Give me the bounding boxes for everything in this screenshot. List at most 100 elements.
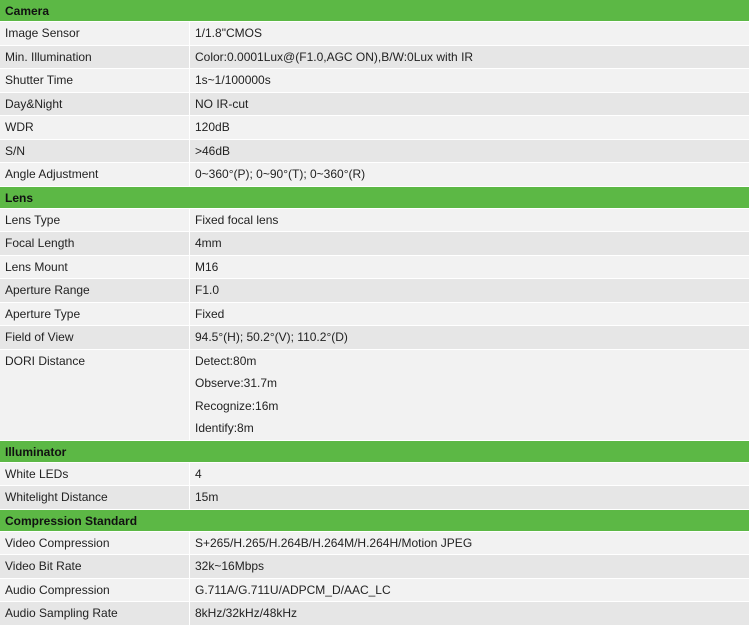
spec-label: Focal Length	[0, 232, 190, 255]
section-header: Illuminator	[0, 440, 749, 463]
spec-value-line: Recognize:16m	[195, 398, 279, 413]
spec-label: Aperture Range	[0, 279, 190, 302]
spec-value-line: G.711A/G.711U/ADPCM_D/AAC_LC	[195, 582, 391, 597]
spec-label: Aperture Type	[0, 302, 190, 325]
spec-value-line: 0~360°(P); 0~90°(T); 0~360°(R)	[195, 167, 366, 181]
spec-label-text: Audio Sampling Rate	[5, 606, 118, 620]
spec-label: Audio Sampling Rate	[0, 602, 190, 625]
spec-value-line: 120dB	[195, 120, 230, 134]
table-row: Audio Compression G.711A/G.711U/ADPCM_D/A…	[0, 578, 749, 602]
spec-value-line: 15m	[195, 490, 219, 504]
spec-label: S/N	[0, 139, 190, 162]
spec-label-text: Lens Type	[5, 212, 61, 227]
spec-value-line: 4	[195, 466, 202, 481]
table-row: Image Sensor 1/1.8"CMOS	[0, 22, 749, 46]
spec-label: Day&Night	[0, 92, 190, 115]
spec-label: Video Bit Rate	[0, 555, 190, 578]
section-header: Camera	[0, 0, 749, 22]
table-row: Focal Length 4mm	[0, 232, 749, 256]
spec-label: Field of View	[0, 326, 190, 349]
spec-value: Color:0.0001Lux@(F1.0,AGC ON),B/W:0Lux w…	[190, 46, 749, 69]
spec-label-text: S/N	[5, 143, 26, 158]
table-row: Aperture Type Fixed	[0, 302, 749, 326]
spec-table: Camera Image Sensor 1/1.8"CMOS Min. Illumin…	[0, 0, 749, 626]
spec-value: 1/1.8"CMOS	[190, 22, 749, 45]
spec-value: 8kHz/32kHz/48kHz	[190, 602, 749, 625]
spec-value: M16	[190, 256, 749, 279]
spec-value-line: 94.5°(H); 50.2°(V); 110.2°(D)	[195, 330, 348, 344]
section-header: Lens	[0, 186, 749, 209]
table-row: Whitelight Distance 15m	[0, 486, 749, 510]
spec-value-line: M16	[195, 259, 219, 274]
spec-label: DORI Distance	[0, 349, 190, 440]
spec-value-line: 8kHz/32kHz/48kHz	[195, 606, 298, 620]
table-row: Aperture Range F1.0	[0, 279, 749, 303]
table-row: Video Compression S+265/H.265/H.264B/H.26…	[0, 531, 749, 555]
spec-value-line: 4mm	[195, 236, 222, 250]
spec-label: Video Compression	[0, 531, 190, 554]
spec-label-text: Lens Mount	[5, 259, 68, 274]
spec-value: Detect:80m Observe:31.7m Recognize:16m Iden…	[190, 350, 749, 440]
spec-value-line: Observe:31.7m	[195, 376, 278, 390]
spec-label-text: DORI Distance	[5, 353, 86, 368]
table-row: Angle Adjustment 0~360°(P); 0~90°(T); 0~3…	[0, 163, 749, 187]
spec-label-text: Audio Compression	[5, 582, 110, 597]
spec-value-line: Fixed focal lens	[195, 212, 279, 227]
spec-label: Whitelight Distance	[0, 486, 190, 509]
spec-label-text: Aperture Type	[5, 306, 81, 321]
table-row: Audio Sampling Rate 8kHz/32kHz/48kHz	[0, 602, 749, 626]
spec-value-line: Detect:80m	[195, 353, 257, 368]
spec-value: 120dB	[190, 116, 749, 139]
table-row: Video Bit Rate 32k~16Mbps	[0, 555, 749, 579]
spec-label-text: Field of View	[5, 330, 74, 344]
spec-value: Fixed	[190, 303, 749, 326]
spec-label-text: Focal Length	[5, 236, 75, 250]
table-row: WDR 120dB	[0, 116, 749, 140]
spec-value-line: 32k~16Mbps	[195, 559, 265, 573]
table-row: DORI Distance Detect:80m Observe:31.7m Reco…	[0, 349, 749, 441]
spec-value: 32k~16Mbps	[190, 555, 749, 578]
spec-label-text: Aperture Range	[5, 283, 90, 297]
table-row: White LEDs 4	[0, 462, 749, 486]
spec-value: 4mm	[190, 232, 749, 255]
table-row: Lens Mount M16	[0, 255, 749, 279]
spec-value-line: 1s~1/100000s	[195, 73, 271, 87]
spec-label: Lens Type	[0, 208, 190, 231]
spec-label: White LEDs	[0, 462, 190, 485]
spec-label-text: Min. Illumination	[5, 49, 92, 64]
table-row: Day&Night NO IR-cut	[0, 92, 749, 116]
spec-label: Lens Mount	[0, 255, 190, 278]
spec-value: G.711A/G.711U/ADPCM_D/AAC_LC	[190, 579, 749, 602]
spec-value: 0~360°(P); 0~90°(T); 0~360°(R)	[190, 163, 749, 186]
table-row: S/N >46dB	[0, 139, 749, 163]
spec-value-line: Color:0.0001Lux@(F1.0,AGC ON),B/W:0Lux w…	[195, 49, 474, 64]
table-row: Shutter Time 1s~1/100000s	[0, 69, 749, 93]
spec-value: 15m	[190, 486, 749, 509]
spec-label-text: Whitelight Distance	[5, 490, 108, 504]
spec-value: 4	[190, 463, 749, 486]
table-row: Min. Illumination Color:0.0001Lux@(F1.0,A…	[0, 45, 749, 69]
spec-value: 1s~1/100000s	[190, 69, 749, 92]
spec-value-line: F1.0	[195, 283, 220, 297]
spec-value: F1.0	[190, 279, 749, 302]
spec-label: Shutter Time	[0, 69, 190, 92]
spec-value-line: Identify:8m	[195, 421, 254, 435]
spec-label-text: Angle Adjustment	[5, 167, 99, 181]
spec-value-line: >46dB	[195, 143, 231, 158]
spec-label-text: White LEDs	[5, 466, 69, 481]
spec-value: S+265/H.265/H.264B/H.264M/H.264H/Motion …	[190, 532, 749, 555]
spec-label: WDR	[0, 116, 190, 139]
table-row: Lens Type Fixed focal lens	[0, 208, 749, 232]
table-row: Field of View 94.5°(H); 50.2°(V); 110.2°(…	[0, 326, 749, 350]
spec-value: NO IR-cut	[190, 93, 749, 116]
spec-value: 94.5°(H); 50.2°(V); 110.2°(D)	[190, 326, 749, 349]
spec-label: Angle Adjustment	[0, 163, 190, 186]
spec-label: Image Sensor	[0, 22, 190, 45]
spec-value-line: NO IR-cut	[195, 96, 249, 111]
spec-label: Min. Illumination	[0, 45, 190, 68]
spec-label: Audio Compression	[0, 578, 190, 601]
spec-label-text: WDR	[5, 120, 34, 134]
spec-label-text: Video Compression	[5, 535, 110, 550]
spec-value: Fixed focal lens	[190, 209, 749, 232]
spec-value: >46dB	[190, 140, 749, 163]
